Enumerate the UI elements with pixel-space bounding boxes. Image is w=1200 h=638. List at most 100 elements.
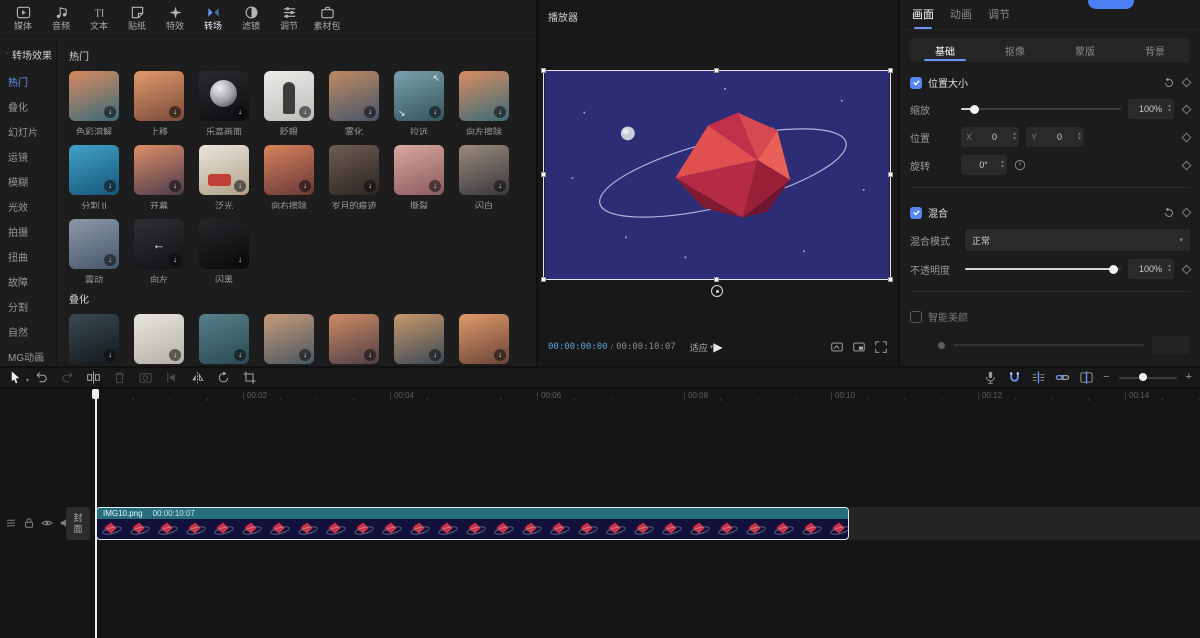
video-preview[interactable] (543, 70, 891, 280)
resize-handle[interactable] (714, 68, 719, 73)
track-menu-icon[interactable] (5, 517, 17, 529)
keyframe-icon[interactable] (1182, 160, 1192, 170)
transition-thumb[interactable]: ↓ (459, 314, 509, 365)
slider-knob[interactable] (1139, 373, 1147, 381)
category-item[interactable]: 模糊 (0, 169, 56, 194)
transition-thumb[interactable]: ↓ (134, 314, 184, 365)
slider-knob[interactable] (1109, 265, 1118, 274)
keyframe-icon[interactable] (1182, 208, 1192, 218)
toolbar-item-sticker[interactable]: 贴纸 (118, 5, 156, 31)
transition-thumb[interactable]: ↓ (329, 314, 379, 365)
category-item[interactable]: 热门 (0, 69, 56, 94)
reset-icon[interactable] (1163, 77, 1175, 89)
category-item[interactable]: 拍摄 (0, 219, 56, 244)
stepper-arrows-icon[interactable]: ▴▾ (1168, 104, 1171, 114)
category-item[interactable]: 叠化 (0, 94, 56, 119)
category-item[interactable]: 自然 (0, 319, 56, 344)
slider-knob[interactable] (938, 342, 945, 349)
category-item[interactable]: 分割 (0, 294, 56, 319)
preview-icon[interactable] (1079, 370, 1094, 385)
keyframe-icon[interactable] (1182, 132, 1192, 142)
transition-thumb[interactable]: ↓向右擦除 (264, 145, 314, 209)
transition-thumb[interactable]: ↓ (264, 314, 314, 365)
category-item[interactable]: 光效 (0, 194, 56, 219)
select-tool[interactable]: ▾ (8, 370, 23, 385)
opacity-slider[interactable] (965, 262, 1121, 276)
track-lock-icon[interactable] (23, 517, 35, 529)
rotate-tool[interactable] (216, 370, 231, 385)
beauty-checkbox[interactable] (910, 311, 922, 323)
slider-knob[interactable] (970, 105, 979, 114)
redo-tool[interactable] (60, 370, 75, 385)
timeline-zoom-slider[interactable] (1119, 373, 1177, 383)
scale-slider[interactable] (961, 102, 1121, 116)
position-size-checkbox[interactable] (910, 77, 922, 89)
transition-thumb[interactable]: ↖↘↓拉远 (394, 71, 444, 135)
transition-thumb[interactable]: ↓ (69, 314, 119, 365)
rotate-dial-icon[interactable] (1014, 159, 1026, 171)
toolbar-item-text[interactable]: TI文本 (80, 5, 118, 31)
transition-thumb[interactable]: ↓岁月的痕迹 (329, 145, 379, 209)
resize-handle[interactable] (541, 68, 546, 73)
inspector-tab[interactable]: 动画 (950, 0, 972, 30)
scale-stepper[interactable]: 100% ▴▾ (1128, 99, 1174, 119)
inspector-subtab[interactable]: 抠像 (980, 38, 1050, 62)
transition-thumb[interactable]: ↓震动 (69, 219, 119, 283)
reverse-tool[interactable] (164, 370, 179, 385)
stepper-arrows-icon[interactable]: ▴▾ (1013, 132, 1016, 142)
export-button-partial[interactable] (1088, 0, 1134, 9)
stepper-arrows-icon[interactable]: ▴▾ (1168, 264, 1171, 274)
inspector-subtab[interactable]: 基础 (910, 38, 980, 62)
transition-thumb[interactable]: ↓色彩溶解 (69, 71, 119, 135)
resize-handle[interactable] (541, 277, 546, 282)
keyframe-icon[interactable] (1182, 78, 1192, 88)
transition-thumb[interactable]: ↓开幕 (134, 145, 184, 209)
reset-icon[interactable] (1163, 207, 1175, 219)
transition-thumb[interactable]: ↓撕裂 (394, 145, 444, 209)
transition-thumb[interactable]: ←↓向左 (134, 219, 184, 283)
render-quality-icon[interactable] (830, 340, 844, 354)
link-icon[interactable] (1055, 370, 1070, 385)
transition-thumb[interactable]: ↓上移 (134, 71, 184, 135)
transition-thumb[interactable]: ↓泛光 (199, 145, 249, 209)
split-tool[interactable] (86, 370, 101, 385)
toolbar-item-adjust[interactable]: 调节 (270, 5, 308, 31)
resize-handle[interactable] (888, 68, 893, 73)
rotate-handle-icon[interactable] (711, 285, 723, 297)
beauty-slider-row[interactable] (900, 329, 1200, 361)
inspector-subtab[interactable]: 蒙版 (1050, 38, 1120, 62)
resize-handle[interactable] (714, 277, 719, 282)
resize-handle[interactable] (888, 277, 893, 282)
inspector-subtab[interactable]: 背景 (1120, 38, 1190, 62)
category-item[interactable]: MG动画 (0, 344, 56, 369)
transition-thumb[interactable]: ↓向左擦除 (459, 71, 509, 135)
crop-tool[interactable] (242, 370, 257, 385)
zoom-in-icon[interactable]: + (1186, 372, 1192, 383)
inspector-tab[interactable]: 画面 (912, 0, 934, 30)
beauty-slider-row[interactable] (900, 361, 1200, 366)
rotate-stepper[interactable]: 0° ▴▾ (961, 155, 1007, 175)
toolbar-item-transitions[interactable]: 转场 (194, 5, 232, 31)
transition-thumb[interactable]: ↓ (199, 314, 249, 365)
toolbar-item-effects[interactable]: 特效 (156, 5, 194, 31)
toolbar-item-audio[interactable]: 音频 (42, 5, 80, 31)
transition-thumb[interactable]: ↓闪白 (459, 145, 509, 209)
blend-checkbox[interactable] (910, 207, 922, 219)
category-item[interactable]: 运镜 (0, 144, 56, 169)
transition-thumb[interactable]: ↓闪黑 (199, 219, 249, 283)
category-item[interactable]: 幻灯片 (0, 119, 56, 144)
snap-icon[interactable] (1031, 370, 1046, 385)
mic-icon[interactable] (983, 370, 998, 385)
undo-tool[interactable] (34, 370, 49, 385)
keyframe-icon[interactable] (1182, 104, 1192, 114)
cover-button[interactable]: 封面 (66, 507, 90, 540)
chevron-down-icon[interactable] (5, 51, 9, 59)
transition-thumb[interactable]: ↓雾化 (329, 71, 379, 135)
mirror-tool[interactable] (190, 370, 205, 385)
category-item[interactable]: 扭曲 (0, 244, 56, 269)
toolbar-item-filters[interactable]: 滤镜 (232, 5, 270, 31)
transition-thumb[interactable]: ↓眨眼 (264, 71, 314, 135)
opacity-stepper[interactable]: 100% ▴▾ (1128, 259, 1174, 279)
transition-thumb[interactable]: ↓分割 II (69, 145, 119, 209)
category-item[interactable]: 故障 (0, 269, 56, 294)
